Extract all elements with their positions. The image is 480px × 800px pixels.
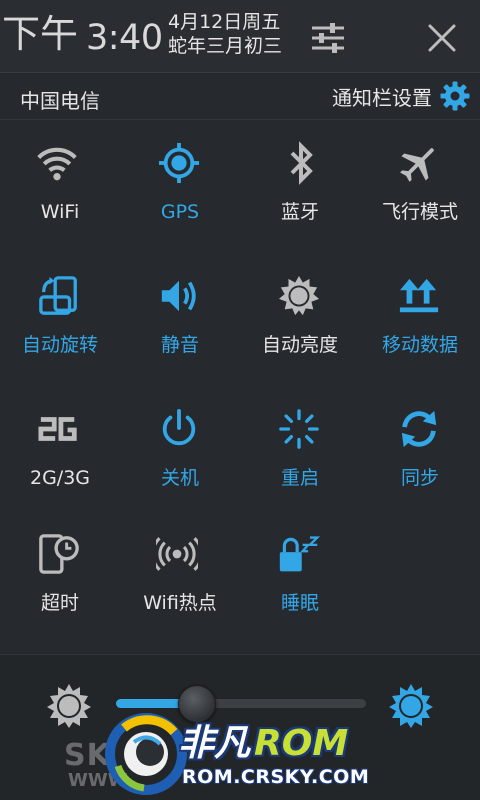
hotspot-icon <box>156 533 198 575</box>
power-icon <box>158 408 200 450</box>
toggle-gps[interactable]: GPS <box>120 120 240 240</box>
toggle-label: 睡眠 <box>280 592 319 614</box>
close-button[interactable] <box>420 16 464 60</box>
speaker-icon <box>158 275 200 317</box>
bluetooth-icon <box>280 141 322 185</box>
toggle-label: WiFi <box>40 201 80 223</box>
watermark: SK WWW 非凡 ROM ROM.CRSKY.COM <box>60 712 400 800</box>
toggle-label: 关机 <box>160 467 199 489</box>
watermark-url: ROM.CRSKY.COM <box>182 766 370 788</box>
toggle-timeout[interactable]: 超时 <box>0 511 120 631</box>
toggle-airplane[interactable]: 飞行模式 <box>360 120 480 240</box>
rotate-screen-icon <box>38 275 80 317</box>
toggle-bluetooth[interactable]: 蓝牙 <box>240 120 360 240</box>
toggle-label: 移动数据 <box>381 334 458 356</box>
wifi-icon <box>36 142 78 184</box>
toggle-label: 超时 <box>40 592 79 614</box>
sleep-lock-icon <box>278 533 320 575</box>
data-transfer-icon <box>398 275 440 317</box>
time-clock: 3:40 <box>86 18 163 58</box>
toggle-label: 自动旋转 <box>21 334 98 356</box>
toggle-label: 静音 <box>160 334 199 356</box>
toggle-network-mode[interactable]: 2G/3G <box>0 386 120 506</box>
brightness-slider[interactable] <box>116 685 366 723</box>
toggle-label: Wifi热点 <box>143 592 217 614</box>
time-ampm: 下午 <box>2 12 79 56</box>
notification-settings-button[interactable]: 通知栏设置 <box>332 79 470 113</box>
panel-header: 下午 3:40 4月12日周五 蛇年三月初三 <box>0 0 480 73</box>
notification-settings-label: 通知栏设置 <box>332 85 432 110</box>
gear-icon <box>440 81 470 111</box>
2g-icon <box>38 408 80 450</box>
toggle-label: 蓝牙 <box>280 201 319 223</box>
toggle-sleep[interactable]: 睡眠 <box>240 511 360 631</box>
sync-icon <box>398 408 440 450</box>
watermark-brand-rom: ROM <box>254 723 349 764</box>
toggle-sync[interactable]: 同步 <box>360 386 480 506</box>
toggle-auto-rotate[interactable]: 自动旋转 <box>0 253 120 373</box>
toggle-mobile-data[interactable]: 移动数据 <box>360 253 480 373</box>
screen-timeout-icon <box>38 533 80 575</box>
carrier-name: 中国电信 <box>20 89 100 113</box>
carrier-bar: 中国电信 通知栏设置 <box>0 73 480 120</box>
toggle-label: 飞行模式 <box>381 201 458 223</box>
toggle-label: GPS <box>160 201 200 223</box>
toggle-wifi-hotspot[interactable]: Wifi热点 <box>120 511 240 631</box>
quick-toggle-grid: WiFi GPS 蓝牙 飞行模式 自动旋转 静音 自动亮度 移动数据 2G/3G… <box>0 120 480 652</box>
toggle-wifi[interactable]: WiFi <box>0 120 120 240</box>
toggle-mute[interactable]: 静音 <box>120 253 240 373</box>
toggle-label: 同步 <box>400 467 439 489</box>
watermark-brand-cn: 非凡 <box>178 723 251 764</box>
toggle-label: 2G/3G <box>29 467 91 489</box>
date-gregorian: 4月12日周五 <box>168 11 281 33</box>
toggle-power-off[interactable]: 关机 <box>120 386 240 506</box>
watermark-brand: 非凡 ROM <box>178 724 348 764</box>
toggle-reboot[interactable]: 重启 <box>240 386 360 506</box>
toggle-auto-brightness[interactable]: 自动亮度 <box>240 253 360 373</box>
toggle-label: 自动亮度 <box>261 334 338 356</box>
airplane-icon <box>398 142 440 184</box>
close-icon <box>428 24 456 52</box>
reboot-spinner-icon <box>278 408 320 450</box>
gps-icon <box>158 142 200 184</box>
brightness-icon <box>278 275 320 317</box>
quick-settings-toggle-button[interactable] <box>306 16 350 60</box>
date-lunar: 蛇年三月初三 <box>168 35 283 57</box>
toggle-label: 重启 <box>280 467 319 489</box>
notification-panel: 下午 3:40 4月12日周五 蛇年三月初三 中国电信 通知栏设置 WiFi G… <box>0 0 480 800</box>
sliders-icon <box>312 23 344 53</box>
